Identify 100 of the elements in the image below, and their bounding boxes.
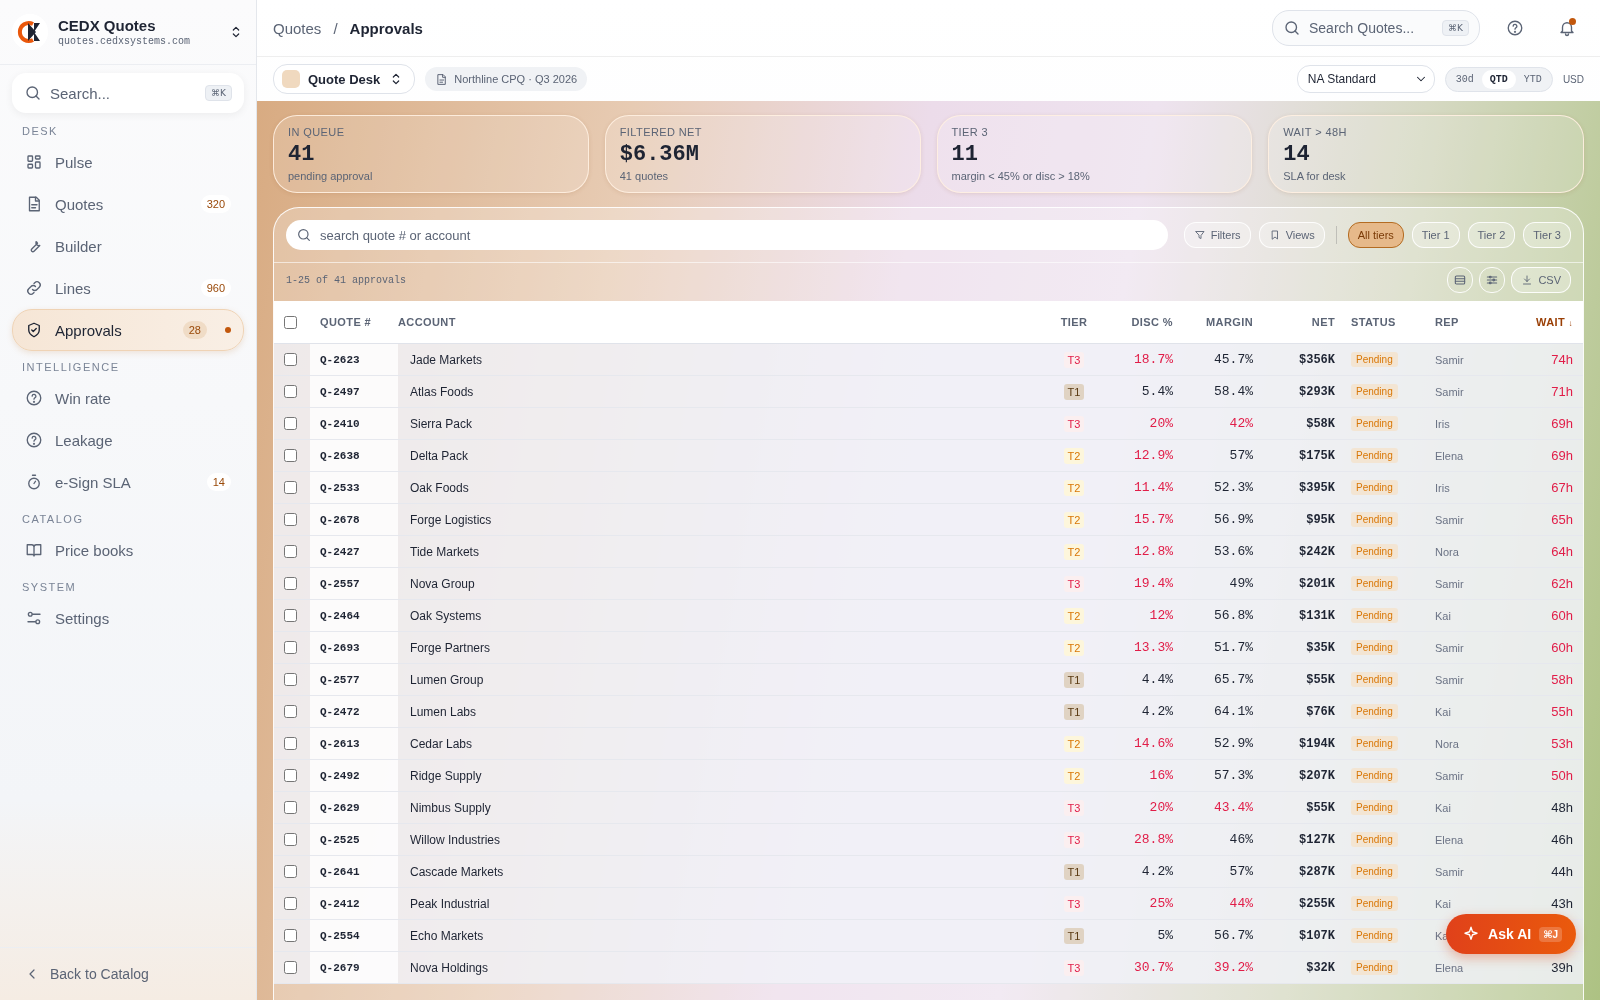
- row-checkbox[interactable]: [284, 385, 297, 398]
- tier-filter-chip[interactable]: Tier 3: [1523, 222, 1571, 248]
- row-checkbox[interactable]: [284, 673, 297, 686]
- export-button[interactable]: CSV: [1511, 267, 1571, 293]
- count-badge: 28: [182, 321, 207, 339]
- sidebar-item[interactable]: e-Sign SLA 14: [12, 461, 244, 503]
- quote-number[interactable]: Q-2525: [310, 824, 398, 855]
- quote-number[interactable]: Q-2410: [310, 408, 398, 439]
- tier-filter-chip[interactable]: Tier 2: [1467, 222, 1516, 248]
- price-list-select[interactable]: NA Standard: [1296, 65, 1435, 93]
- tier-filter-chip[interactable]: Tier 1: [1411, 222, 1460, 248]
- sidebar-item[interactable]: Pulse: [12, 141, 244, 183]
- wait-time: 71h: [1550, 384, 1574, 399]
- back-link[interactable]: Back to Catalog: [0, 947, 256, 1000]
- quote-number[interactable]: Q-2641: [310, 856, 398, 887]
- column-header[interactable]: WAIT ↓: [1517, 316, 1583, 328]
- sidebar-item[interactable]: Quotes 320: [12, 183, 244, 225]
- quote-number[interactable]: Q-2638: [310, 440, 398, 471]
- search-field[interactable]: Search... ⌘K: [12, 73, 244, 113]
- quote-number[interactable]: Q-2577: [310, 664, 398, 695]
- margin-value: 57%: [1228, 448, 1254, 463]
- row-checkbox[interactable]: [284, 481, 297, 494]
- period-tab[interactable]: QTD: [1481, 69, 1516, 89]
- account-name: Oak Systems: [409, 608, 483, 623]
- quote-number[interactable]: Q-2678: [310, 504, 398, 535]
- row-checkbox[interactable]: [284, 865, 297, 878]
- kpi-value: 41: [288, 142, 316, 167]
- sidebar-item[interactable]: Builder: [12, 225, 244, 267]
- row-checkbox[interactable]: [284, 705, 297, 718]
- shortcut-hint: ⌘J: [1539, 926, 1562, 942]
- row-checkbox[interactable]: [284, 769, 297, 782]
- wait-time: 69h: [1550, 416, 1574, 431]
- quote-number[interactable]: Q-2492: [310, 760, 398, 791]
- row-checkbox[interactable]: [284, 545, 297, 558]
- row-checkbox[interactable]: [284, 353, 297, 366]
- status-badge: Pending: [1351, 448, 1398, 463]
- quote-number[interactable]: Q-2427: [310, 536, 398, 567]
- density-button[interactable]: [1447, 267, 1474, 293]
- account-name: Atlas Foods: [409, 384, 475, 399]
- column-header[interactable]: NET: [1263, 316, 1345, 328]
- row-checkbox[interactable]: [284, 449, 297, 462]
- sidebar-item[interactable]: Win rate: [12, 377, 244, 419]
- period-tab[interactable]: 30d: [1447, 69, 1482, 89]
- column-header[interactable]: DISC %: [1111, 316, 1183, 328]
- select-all-checkbox[interactable]: [284, 315, 297, 329]
- quote-number[interactable]: Q-2693: [310, 632, 398, 663]
- row-checkbox[interactable]: [284, 897, 297, 910]
- quote-number[interactable]: Q-2623: [310, 344, 398, 375]
- status-badge: Pending: [1351, 512, 1398, 527]
- sidebar-item[interactable]: Approvals 28: [12, 309, 244, 351]
- columns-button[interactable]: [1479, 267, 1506, 293]
- quote-number[interactable]: Q-2497: [310, 376, 398, 407]
- row-checkbox[interactable]: [284, 929, 297, 942]
- row-checkbox[interactable]: [284, 513, 297, 526]
- margin-value: 52.9%: [1213, 736, 1254, 751]
- discount-value: 12%: [1148, 608, 1174, 623]
- net-value: $58K: [1305, 416, 1336, 431]
- quote-number[interactable]: Q-2464: [310, 600, 398, 631]
- wait-time: 55h: [1550, 704, 1574, 719]
- column-header[interactable]: STATUS: [1345, 316, 1429, 328]
- sidebar-item[interactable]: Price books: [12, 529, 244, 571]
- row-checkbox[interactable]: [284, 737, 297, 750]
- quote-number[interactable]: Q-2613: [310, 728, 398, 759]
- row-checkbox[interactable]: [284, 417, 297, 430]
- quote-number[interactable]: Q-2679: [310, 952, 398, 983]
- views-button[interactable]: Views: [1258, 222, 1325, 248]
- sidebar-item[interactable]: Leakage: [12, 419, 244, 461]
- search-field[interactable]: search quote # or account: [286, 220, 1168, 250]
- help-icon: [25, 389, 43, 407]
- column-header[interactable]: TIER: [1037, 316, 1111, 328]
- breadcrumb-item[interactable]: Approvals: [349, 19, 423, 37]
- sidebar-item[interactable]: Settings: [12, 597, 244, 639]
- column-header[interactable]: MARGIN: [1183, 316, 1263, 328]
- row-checkbox[interactable]: [284, 961, 297, 974]
- quote-number[interactable]: Q-2472: [310, 696, 398, 727]
- sidebar-item[interactable]: Lines 960: [12, 267, 244, 309]
- tier-filter-chip[interactable]: All tiers: [1347, 222, 1404, 248]
- row-checkbox[interactable]: [284, 577, 297, 590]
- desk-selector[interactable]: Quote Desk: [273, 64, 416, 94]
- row-checkbox[interactable]: [284, 609, 297, 622]
- quote-number[interactable]: Q-2533: [310, 472, 398, 503]
- breadcrumb-item[interactable]: Quotes: [273, 19, 322, 37]
- column-header[interactable]: QUOTE #: [310, 316, 398, 328]
- margin-value: 64.1%: [1213, 704, 1254, 719]
- row-checkbox[interactable]: [284, 641, 297, 654]
- column-header[interactable]: REP: [1429, 316, 1517, 328]
- period-tab[interactable]: YTD: [1515, 69, 1550, 89]
- quote-number[interactable]: Q-2554: [310, 920, 398, 951]
- row-checkbox[interactable]: [284, 801, 297, 814]
- quote-number[interactable]: Q-2629: [310, 792, 398, 823]
- row-checkbox[interactable]: [284, 833, 297, 846]
- filters-button[interactable]: Filters: [1183, 222, 1251, 248]
- wait-time: 39h: [1550, 960, 1574, 975]
- search-field[interactable]: Search Quotes... ⌘K: [1272, 10, 1480, 46]
- book-icon: [25, 541, 43, 559]
- tier-badge: T1: [1063, 703, 1085, 720]
- quote-number[interactable]: Q-2557: [310, 568, 398, 599]
- quote-number[interactable]: Q-2412: [310, 888, 398, 919]
- column-header[interactable]: ACCOUNT: [398, 316, 1037, 328]
- ask-ai-button[interactable]: Ask AI ⌘J: [1446, 914, 1576, 954]
